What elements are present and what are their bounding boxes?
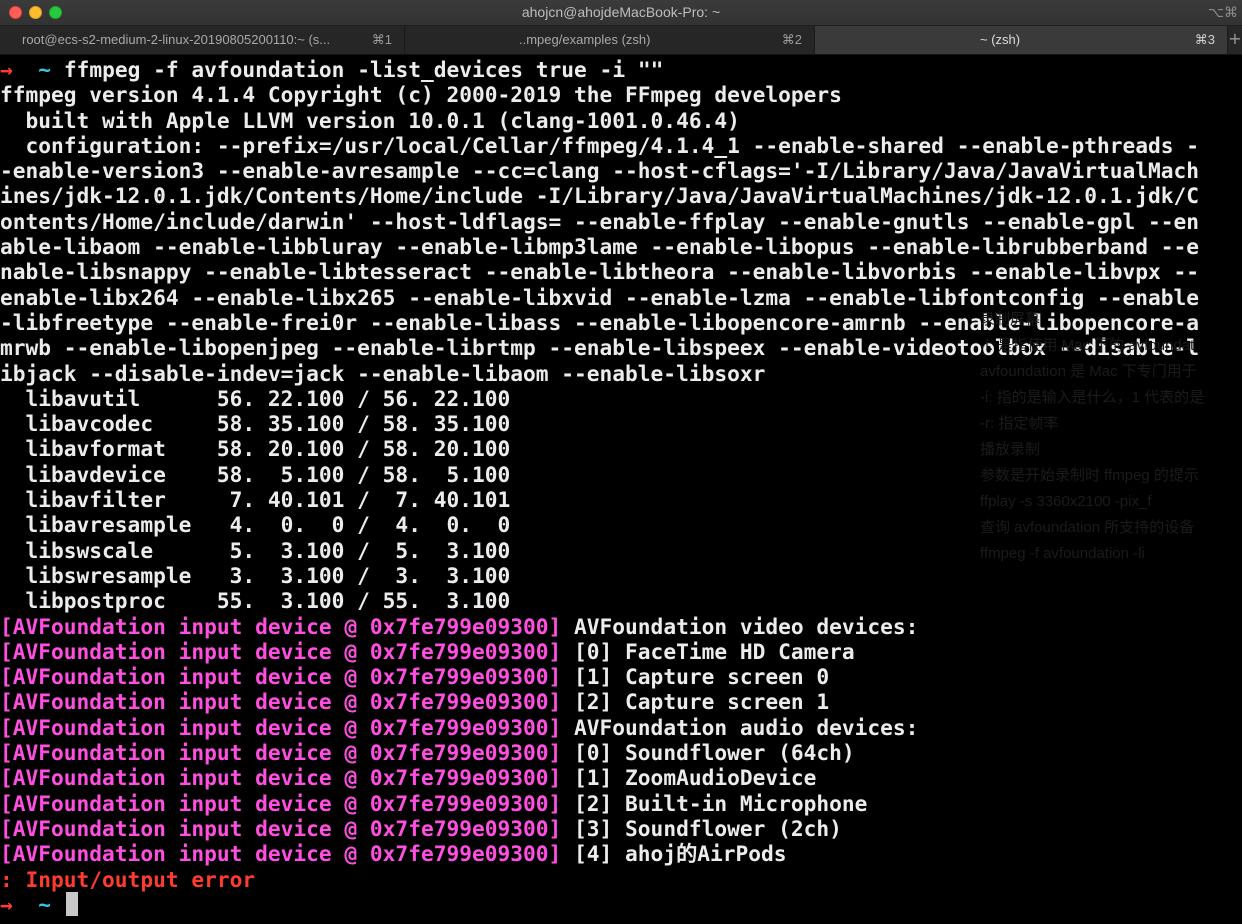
device-list-line: [AVFoundation input device @ 0x7fe799e09…: [0, 689, 1242, 714]
command-line: → ~ ffmpeg -f avfoundation -list_devices…: [0, 57, 1242, 82]
ffmpeg-output-line: able-libaom --enable-libbluray --enable-…: [0, 234, 1200, 260]
device-log-prefix: [AVFoundation input device @ 0x7fe799e09…: [0, 790, 562, 816]
tab-label: ..mpeg/examples (zsh): [519, 32, 651, 47]
tab-bar: root@ecs-s2-medium-2-linux-2019080520011…: [0, 26, 1242, 55]
device-log-prefix: [AVFoundation input device @ 0x7fe799e09…: [0, 815, 562, 841]
device-list-line: [AVFoundation input device @ 0x7fe799e09…: [0, 614, 1242, 639]
device-log-prefix: [AVFoundation input device @ 0x7fe799e09…: [0, 638, 562, 664]
device-log-prefix: [AVFoundation input device @ 0x7fe799e09…: [0, 714, 562, 740]
tab-shortcut: ⌘3: [1194, 32, 1215, 47]
device-list-line: [AVFoundation input device @ 0x7fe799e09…: [0, 841, 1242, 866]
window-shortcut-hint: ⌥⌘: [1207, 4, 1238, 20]
device-list-line: [AVFoundation input device @ 0x7fe799e09…: [0, 664, 1242, 689]
title-bar: ahojcn@ahojdeMacBook-Pro: ~ ⌥⌘: [0, 0, 1242, 26]
device-entry: [0] Soundflower (64ch): [561, 740, 855, 766]
device-log-prefix: [AVFoundation input device @ 0x7fe799e09…: [0, 841, 562, 867]
current-prompt-line: → ~: [0, 891, 1242, 917]
device-entry: [2] Built-in Microphone: [561, 790, 868, 816]
tab-ffmpeg-examples[interactable]: ..mpeg/examples (zsh) ⌘2: [405, 26, 815, 54]
tab-label: ~ (zsh): [980, 32, 1021, 47]
prompt-directory: ~: [38, 57, 52, 82]
prompt-arrow-icon: →: [0, 891, 13, 917]
ghost-text-line: 参数是开始录制时 ffmpeg 的提示: [980, 467, 1199, 484]
tab-label: root@ecs-s2-medium-2-linux-2019080520011…: [22, 32, 331, 47]
device-list-line: [AVFoundation input device @ 0x7fe799e09…: [0, 715, 1242, 740]
tab-ssh-session[interactable]: root@ecs-s2-medium-2-linux-2019080520011…: [0, 26, 405, 54]
ghost-text-line: 查询 avfoundation 所支持的设备: [980, 519, 1195, 536]
ffmpeg-output-line: configuration: --prefix=/usr/local/Cella…: [0, 132, 1200, 158]
ghost-text-line: -i: 指的是输入是什么，1 代表的是: [980, 389, 1205, 406]
device-list-line: [AVFoundation input device @ 0x7fe799e09…: [0, 639, 1242, 664]
device-log-prefix: [AVFoundation input device @ 0x7fe799e09…: [0, 740, 562, 766]
window-title: ahojcn@ahojdeMacBook-Pro: ~: [521, 4, 721, 20]
ghost-text-line: ffplay -s 3360x2100 -pix_f: [980, 493, 1152, 510]
device-list-line: [AVFoundation input device @ 0x7fe799e09…: [0, 791, 1242, 816]
ffmpeg-output-line: -enable-version3 --enable-avresample --c…: [0, 158, 1200, 184]
ffmpeg-output-line: nable-libsnappy --enable-libtesseract --…: [0, 259, 1200, 285]
ghost-text-line: -f: 是指使用 Mac 下的 avfoundat: [980, 337, 1195, 354]
ffmpeg-output-line: ffmpeg version 4.1.4 Copyright (c) 2000-…: [0, 82, 842, 108]
device-log-prefix: [AVFoundation input device @ 0x7fe799e09…: [0, 613, 562, 639]
command-text: ffmpeg -f avfoundation -list_devices tru…: [63, 57, 664, 82]
device-entry: [4] ahoj的AirPods: [561, 841, 787, 867]
text-cursor[interactable]: [65, 891, 78, 916]
ffmpeg-output-line: ines/jdk-12.0.1.jdk/Contents/Home/includ…: [0, 183, 1200, 209]
device-entry: AVFoundation audio devices:: [561, 714, 919, 740]
ghost-text-line: 录制屏幕: [980, 311, 1041, 328]
prompt-directory: ~: [38, 891, 52, 917]
ffmpeg-output-line: libpostproc 55. 3.100 / 55. 3.100: [0, 588, 511, 614]
tab-shortcut: ⌘1: [371, 32, 392, 47]
device-entry: [1] Capture screen 0: [561, 664, 830, 690]
ffmpeg-output-line: ontents/Home/include/darwin' --host-ldfl…: [0, 208, 1200, 234]
device-entry: [3] Soundflower (2ch): [561, 815, 842, 841]
device-list-line: [AVFoundation input device @ 0x7fe799e09…: [0, 765, 1242, 790]
prompt-arrow-icon: →: [0, 57, 13, 82]
device-list-line: [AVFoundation input device @ 0x7fe799e09…: [0, 740, 1242, 765]
device-list-line: [AVFoundation input device @ 0x7fe799e09…: [0, 816, 1242, 841]
ffmpeg-output-line: built with Apple LLVM version 10.0.1 (cl…: [0, 107, 740, 133]
device-entry: [1] ZoomAudioDevice: [561, 765, 817, 791]
device-entry: [0] FaceTime HD Camera: [561, 638, 855, 664]
new-tab-button[interactable]: +: [1228, 26, 1242, 54]
device-entry: [2] Capture screen 1: [561, 689, 830, 715]
device-log-prefix: [AVFoundation input device @ 0x7fe799e09…: [0, 664, 562, 690]
background-window-ghost: 录制屏幕 -f: 是指使用 Mac 下的 avfoundat avfoundatio…: [980, 307, 1242, 567]
device-log-prefix: [AVFoundation input device @ 0x7fe799e09…: [0, 689, 562, 715]
error-line: : Input/output error: [0, 866, 256, 892]
terminal-output[interactable]: 录制屏幕 -f: 是指使用 Mac 下的 avfoundat avfoundatio…: [0, 57, 1242, 924]
device-entry: AVFoundation video devices:: [561, 613, 919, 639]
ghost-text-line: avfoundation 是 Mac 下专门用于: [980, 363, 1197, 380]
ghost-text-line: 播放录制: [980, 441, 1041, 458]
tab-home-zsh[interactable]: ~ (zsh) ⌘3: [815, 26, 1228, 54]
tab-shortcut: ⌘2: [781, 32, 802, 47]
ghost-text-line: -r: 指定帧率: [980, 415, 1059, 432]
ghost-text-line: ffmpeg -f avfoundation -li: [980, 545, 1145, 562]
device-log-prefix: [AVFoundation input device @ 0x7fe799e09…: [0, 765, 562, 791]
